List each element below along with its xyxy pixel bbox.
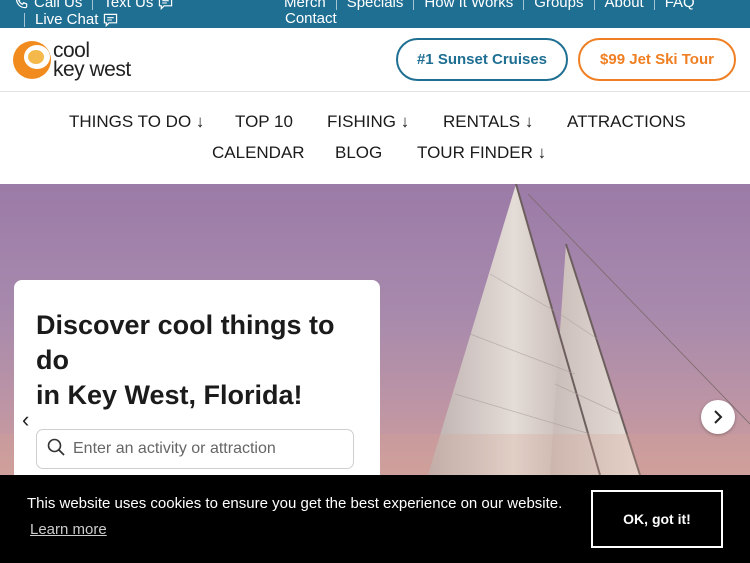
jet-ski-tour-button[interactable]: $99 Jet Ski Tour [578, 38, 736, 81]
divider [653, 0, 655, 10]
carousel-prev-button[interactable]: ‹ [22, 407, 29, 433]
main-navigation: THINGS TO DO ↓ TOP 10 FISHING ↓ RENTALS … [0, 92, 750, 184]
divider [593, 0, 595, 10]
carousel-next-button[interactable] [701, 400, 735, 434]
divider [24, 12, 25, 27]
sunset-cruises-button[interactable]: #1 Sunset Cruises [396, 38, 568, 81]
faq-link[interactable]: FAQ [665, 0, 695, 11]
search-icon [47, 438, 65, 461]
chat-icon [103, 13, 118, 27]
live-chat-link[interactable]: Live Chat [35, 11, 98, 28]
activity-search-box[interactable] [36, 429, 354, 469]
text-us-link[interactable]: Text Us [103, 0, 153, 11]
divider [523, 0, 525, 10]
divider [335, 0, 337, 10]
hero-headline-text: Discover cool things to do in Key West, … [36, 310, 335, 410]
nav-fishing[interactable]: FISHING ↓ [327, 112, 409, 132]
logo-wordmark: cool key west [53, 40, 131, 81]
nav-label: THINGS TO DO [69, 112, 192, 131]
cookie-accept-button[interactable]: OK, got it! [591, 490, 723, 548]
divider [413, 0, 415, 10]
live-chat-row: Live Chat [24, 11, 118, 28]
site-logo[interactable]: cool key west [13, 40, 131, 81]
groups-link[interactable]: Groups [534, 0, 583, 11]
learn-more-link[interactable]: Learn more [30, 521, 107, 538]
nav-label: FISHING [327, 112, 396, 131]
nav-label: RENTALS [443, 112, 521, 131]
specials-link[interactable]: Specials [347, 0, 404, 11]
nav-tour-finder[interactable]: TOUR FINDER ↓ [417, 143, 546, 163]
how-it-works-link[interactable]: How It Works [424, 0, 513, 11]
nav-blog[interactable]: BLOG [335, 143, 382, 163]
hero-headline: Discover cool things to do in Key West, … [36, 308, 366, 413]
chevron-right-icon [714, 410, 723, 424]
top-utility-bar: Call Us Text Us Live Chat Merch Specials… [0, 0, 750, 28]
site-links-row: Merch Specials How It Works Groups About… [284, 0, 695, 11]
dropdown-arrow-icon: ↓ [524, 112, 534, 131]
contact-links-row: Call Us Text Us [14, 0, 173, 11]
contact-link[interactable]: Contact [285, 10, 337, 27]
nav-label: TOUR FINDER [417, 143, 533, 162]
sun-logo-icon [13, 41, 51, 79]
dropdown-arrow-icon: ↓ [537, 143, 547, 162]
call-us-link[interactable]: Call Us [34, 0, 82, 11]
dropdown-arrow-icon: ↓ [400, 112, 410, 131]
dropdown-arrow-icon: ↓ [195, 112, 205, 131]
nav-things-to-do[interactable]: THINGS TO DO ↓ [69, 112, 204, 132]
site-header: cool key west #1 Sunset Cruises $99 Jet … [0, 28, 750, 92]
nav-attractions[interactable]: ATTRACTIONS [567, 112, 686, 132]
divider [92, 0, 94, 10]
nav-rentals[interactable]: RENTALS ↓ [443, 112, 533, 132]
search-input[interactable] [73, 440, 333, 458]
phone-icon [14, 0, 29, 10]
logo-line-2: key west [53, 58, 131, 81]
nav-top-10[interactable]: TOP 10 [235, 112, 293, 132]
cookie-consent-banner: This website uses cookies to ensure you … [0, 475, 750, 563]
cookie-message: This website uses cookies to ensure you … [27, 495, 563, 512]
message-icon [158, 0, 173, 10]
nav-calendar[interactable]: CALENDAR [212, 143, 305, 163]
about-link[interactable]: About [605, 0, 644, 11]
